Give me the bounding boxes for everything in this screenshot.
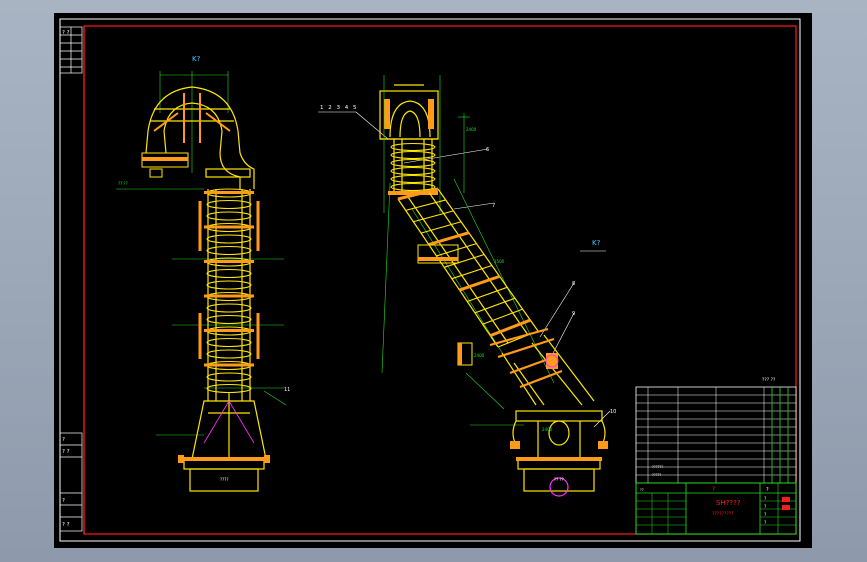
incline-ring [482,308,523,325]
upper-ring [390,166,436,176]
title-block[interactable]: ??? ?? SH???? ????????? ? ? ? ? ? ??????… [635,377,797,535]
leader-number-9: 9 [572,311,575,317]
left-strip-label-1: ? ? [62,30,70,36]
leader-number-10: 10 [610,409,616,415]
column-ring [206,234,252,244]
title-block-corner-label: ??? ?? [762,377,776,383]
leader-number-11: 11 [284,387,290,393]
leader-number-6: 6 [486,147,489,153]
dimension-4: 2400 [542,427,553,432]
title-block-header: ? [712,486,715,493]
column-ring [206,349,252,359]
incline-ring [474,297,516,314]
dimension-3: 1500 [494,259,505,264]
parts-note-3: ?? [640,488,644,492]
column-flange [204,191,254,194]
part-balloon-row: 1 2 3 4 5 [320,105,357,111]
column-ring [206,372,252,382]
incline-ring [428,231,470,246]
column-ring [206,211,252,221]
right-base-note: ?? ?? [554,477,564,482]
column-ring [206,383,252,394]
left-strip-label-3: ? ? [62,449,70,455]
column-ring [206,280,252,290]
upper-ring [390,142,436,152]
left-strip [59,26,83,532]
upper-ring [390,174,436,184]
drawing-sheet: ? ? ? ? ? ? ? ? K? ?? ?? ???? 11 K? 1 2 … [54,13,812,548]
right-inclined-view[interactable]: K? 1 2 3 4 5 6 7 8 9 10 ?? ?? 2400 2400 … [318,75,616,497]
left-strip-label-5: ? ? [62,522,70,528]
column-flange [204,363,254,367]
incline-ring [459,274,501,292]
upper-ring [390,150,436,160]
column-flange [204,294,254,298]
leader-number-8: 8 [572,281,575,287]
title-block-code: ? [766,487,769,493]
column-ring [206,245,252,256]
left-base-note: ???? [220,477,229,482]
leader-number-7: 7 [492,203,495,209]
drawing-title: SH???? [716,499,741,507]
column-ring [206,199,252,210]
left-view-label: K? [192,55,201,63]
dimension-2: 2400 [466,127,477,132]
incline-ring [420,221,462,234]
left-strip-label-2: ? [62,437,65,443]
upper-ring-group [388,142,438,195]
incline-ring [413,210,454,223]
column-ring-group [204,188,254,394]
column-ring [206,303,252,313]
column-ring [206,314,252,325]
drawing-subtitle: ????????? [712,511,734,517]
left-elevation-view[interactable]: K? ?? ?? ???? 11 [116,55,290,492]
incline-ring [451,264,493,280]
column-flange [204,329,254,332]
upper-ring [390,158,436,168]
parts-note-2: ????? [652,473,661,477]
cad-drawing-canvas[interactable]: ? ? ? ? ? ? ? ? K? ?? ?? ???? 11 K? 1 2 … [54,13,812,548]
column-flange [204,225,254,229]
incline-ring [489,318,531,338]
right-view-label: K? [592,239,601,247]
dimension-1: 2400 [474,353,485,358]
parts-note-1: ?????? [652,465,663,469]
column-flange [204,260,254,263]
left-strip-label-4: ? [62,498,65,504]
incline-ring [467,286,508,302]
left-dim-note: ?? ?? [118,181,128,186]
upper-ring [390,182,436,192]
column-ring [206,337,252,348]
column-ring [206,268,252,279]
